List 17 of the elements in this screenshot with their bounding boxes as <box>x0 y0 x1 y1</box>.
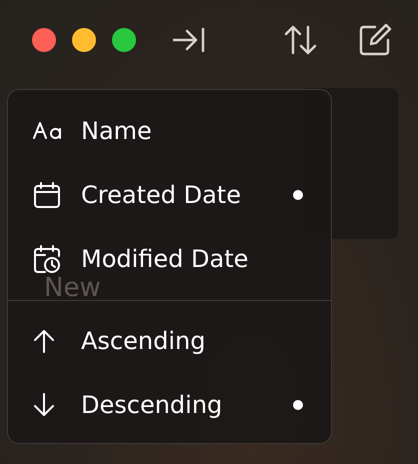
zoom-button[interactable] <box>112 28 136 52</box>
letters-icon <box>33 121 63 141</box>
menu-item[interactable]: Ascending <box>81 327 206 355</box>
menu-item[interactable]: Modified Date <box>81 245 248 273</box>
calendar-icon <box>33 181 61 209</box>
calendar-clock-icon <box>33 244 61 274</box>
note-title: New <box>44 273 101 303</box>
menu-item[interactable]: Descending <box>81 391 222 419</box>
minimize-button[interactable] <box>72 28 96 52</box>
menu-item[interactable]: Name <box>81 117 152 145</box>
close-button[interactable] <box>32 28 56 52</box>
arrow-down-icon <box>33 393 55 417</box>
arrow-up-icon <box>33 329 55 353</box>
arrow-to-bar-icon[interactable] <box>172 26 206 54</box>
compose-icon[interactable] <box>358 23 392 57</box>
sort-icon[interactable] <box>284 24 318 56</box>
menu-item[interactable]: Created Date <box>81 181 241 209</box>
